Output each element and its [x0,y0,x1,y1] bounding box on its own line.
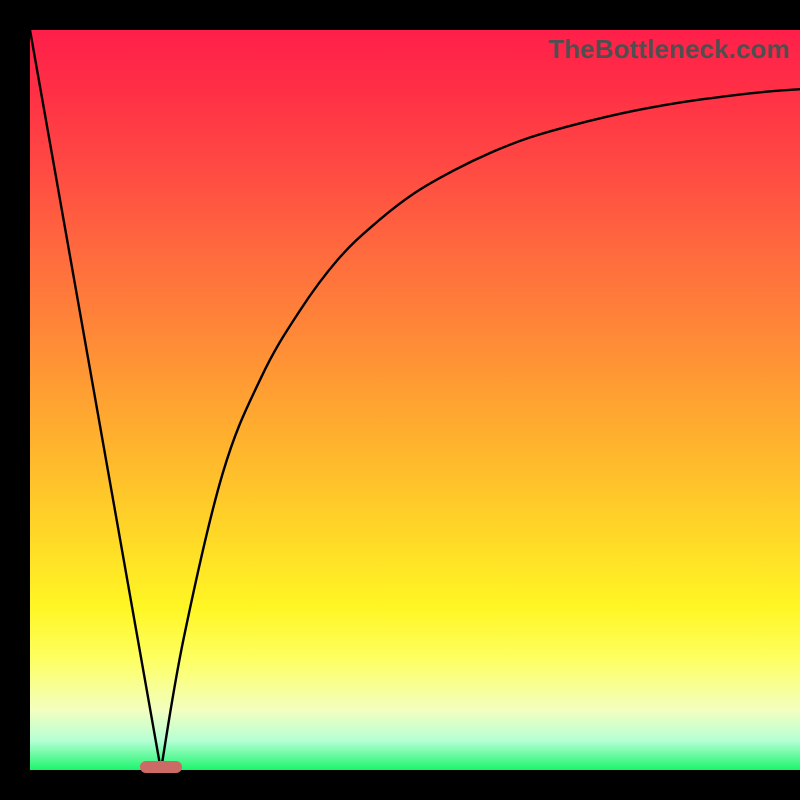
curve-right-log [161,89,800,770]
watermark-text: TheBottleneck.com [548,34,790,65]
curve-left-linear [30,30,161,770]
curve-layer [30,30,800,770]
vertex-marker [140,761,182,773]
chart-frame: TheBottleneck.com [0,0,800,800]
plot-area: TheBottleneck.com [30,30,800,770]
